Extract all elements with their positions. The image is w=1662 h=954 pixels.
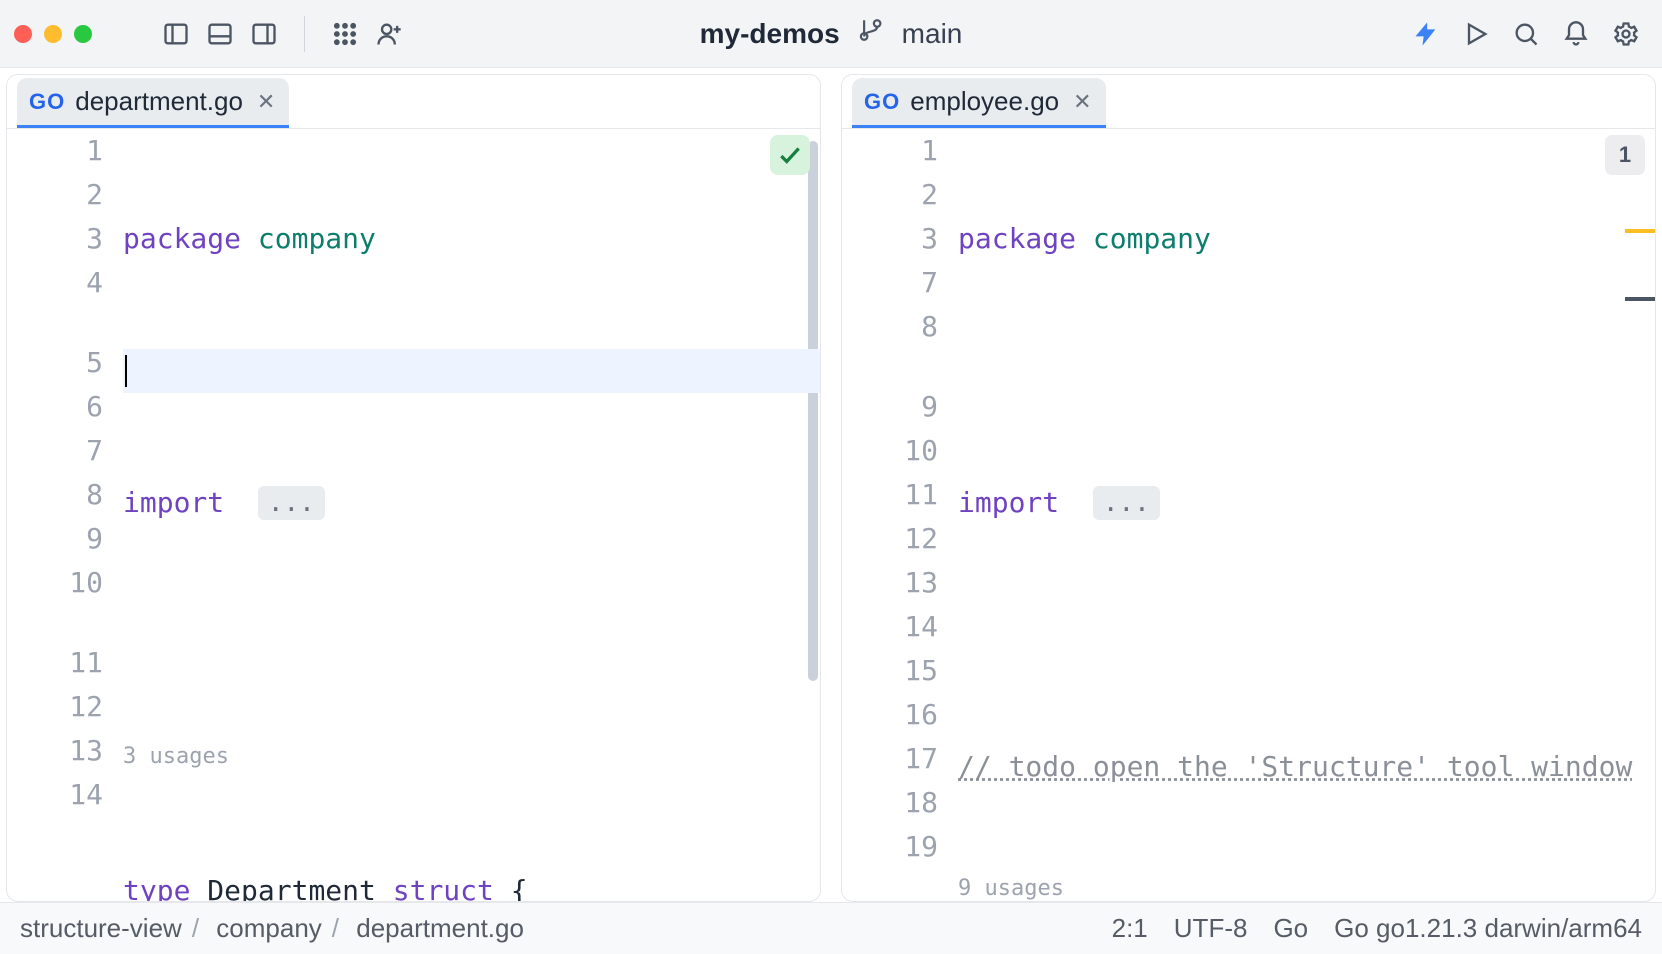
close-tab-icon[interactable]: ✕ xyxy=(253,89,275,115)
run-icon[interactable] xyxy=(1454,12,1498,56)
go-file-icon: GO xyxy=(29,89,65,115)
project-name[interactable]: my-demos xyxy=(700,18,840,50)
tab-label: department.go xyxy=(75,86,243,117)
text-caret xyxy=(125,355,127,387)
tab-strip-right: GO employee.go ✕ xyxy=(842,75,1655,129)
code-left[interactable]: package company import ... 3 usages type… xyxy=(117,129,820,901)
add-user-icon[interactable] xyxy=(367,12,411,56)
tab-label: employee.go xyxy=(910,86,1059,117)
editor-pane-left: GO department.go ✕ 1 2 3 4 5 6 7 8 9 10 xyxy=(6,74,821,902)
layout-left-icon[interactable] xyxy=(154,12,198,56)
code-area-right[interactable]: 1 1 2 3 7 8 9 10 11 12 13 14 15 16 17 18 xyxy=(842,129,1655,901)
go-file-icon: GO xyxy=(864,89,900,115)
status-bar: structure-view/ company/ department.go 2… xyxy=(0,902,1662,954)
tab-employee[interactable]: GO employee.go ✕ xyxy=(852,78,1106,128)
layout-right-icon[interactable] xyxy=(242,12,286,56)
grid-apps-icon[interactable] xyxy=(323,12,367,56)
usages-hint[interactable]: 9 usages xyxy=(958,877,1655,901)
close-tab-icon[interactable]: ✕ xyxy=(1069,89,1091,115)
usages-hint[interactable]: 3 usages xyxy=(123,745,820,781)
tab-department[interactable]: GO department.go ✕ xyxy=(17,78,289,128)
search-icon[interactable] xyxy=(1504,12,1548,56)
traffic-lights xyxy=(14,25,92,43)
vcs-branch-icon xyxy=(858,17,884,50)
titlebar-center: my-demos main xyxy=(700,17,963,50)
titlebar: my-demos main xyxy=(0,0,1662,68)
tab-strip-left: GO department.go ✕ xyxy=(7,75,820,129)
caret-position[interactable]: 2:1 xyxy=(1112,913,1148,944)
code-area-left[interactable]: 1 2 3 4 5 6 7 8 9 10 11 12 13 14 package… xyxy=(7,129,820,901)
import-fold[interactable]: ... xyxy=(258,486,325,520)
window-close-button[interactable] xyxy=(14,25,32,43)
gear-icon[interactable] xyxy=(1604,12,1648,56)
gutter-left: 1 2 3 4 5 6 7 8 9 10 11 12 13 14 xyxy=(7,129,117,901)
editor-pane-right: GO employee.go ✕ 1 1 2 3 7 8 9 10 11 12 … xyxy=(841,74,1656,902)
window-zoom-button[interactable] xyxy=(74,25,92,43)
file-lang[interactable]: Go xyxy=(1273,913,1308,944)
import-fold[interactable]: ... xyxy=(1093,486,1160,520)
go-sdk[interactable]: Go go1.21.3 darwin/arm64 xyxy=(1334,913,1642,944)
branch-name[interactable]: main xyxy=(902,18,963,50)
editor-split: GO department.go ✕ 1 2 3 4 5 6 7 8 9 10 xyxy=(0,68,1662,902)
bell-icon[interactable] xyxy=(1554,12,1598,56)
breadcrumb[interactable]: structure-view/ company/ department.go xyxy=(20,913,524,944)
bolt-icon[interactable] xyxy=(1404,12,1448,56)
window-minimize-button[interactable] xyxy=(44,25,62,43)
code-right[interactable]: package company import ... // todo open … xyxy=(952,129,1655,901)
gutter-right: 1 2 3 7 8 9 10 11 12 13 14 15 16 17 18 1… xyxy=(842,129,952,901)
layout-bottom-icon[interactable] xyxy=(198,12,242,56)
file-encoding[interactable]: UTF-8 xyxy=(1174,913,1248,944)
